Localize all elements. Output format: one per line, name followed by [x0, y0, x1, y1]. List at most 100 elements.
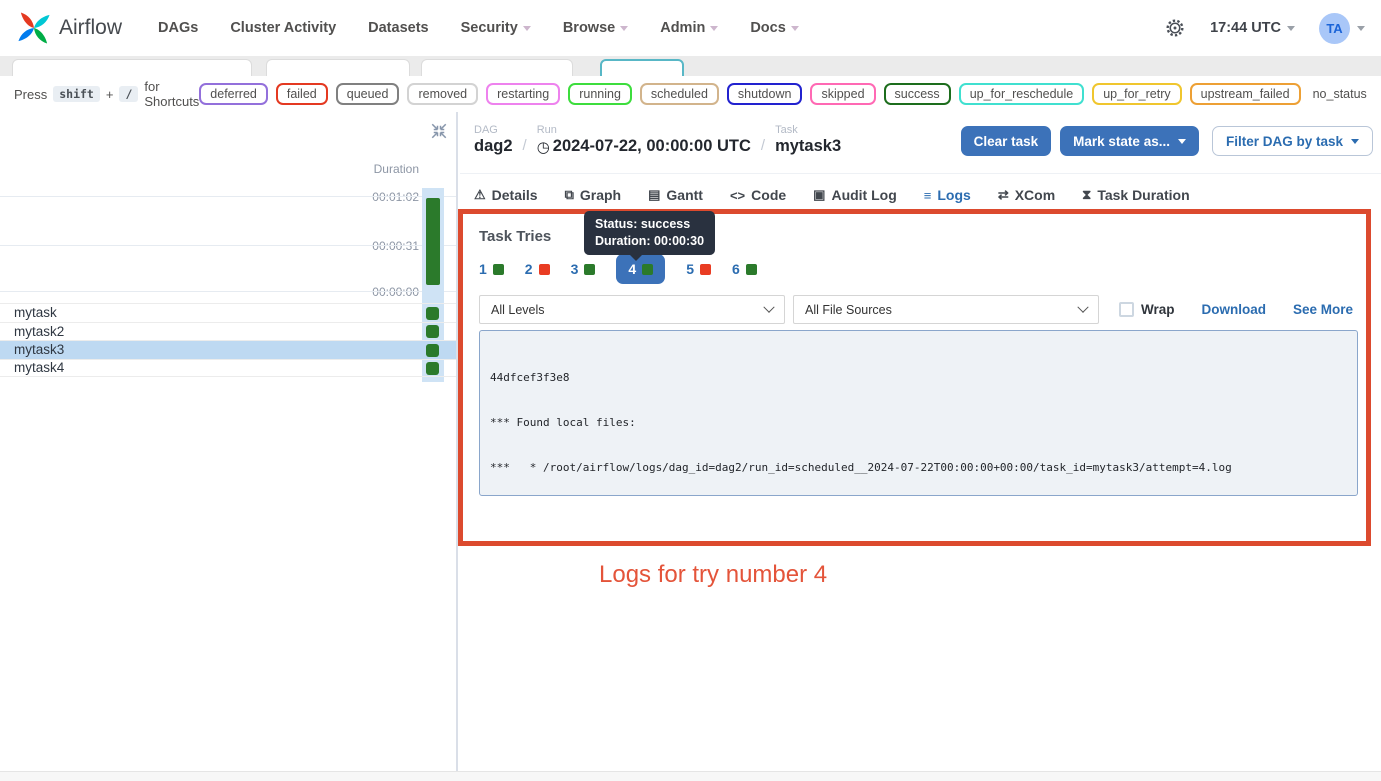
gridline [0, 196, 456, 197]
chevron-down-icon [620, 26, 628, 31]
state-badge-queued[interactable]: queued [336, 83, 400, 105]
wrap-toggle[interactable]: Wrap [1119, 302, 1175, 317]
task-name-value[interactable]: mytask3 [775, 137, 841, 156]
try-button-6[interactable]: 6 [732, 261, 757, 277]
log-line: 44dfcef3f3e8 [490, 370, 1347, 385]
see-more-link[interactable]: See More [1293, 302, 1353, 317]
task-row-mytask2[interactable]: mytask2 [0, 322, 456, 341]
task-duration-icon: ⧗ [1082, 187, 1091, 203]
dag-filter-bar [0, 56, 1381, 76]
tab-xcom[interactable]: ⇄XCom [998, 187, 1055, 203]
airflow-logo[interactable]: Airflow [16, 10, 122, 46]
log-output[interactable]: 44dfcef3f3e8 *** Found local files: *** … [479, 330, 1358, 496]
nav-security[interactable]: Security [461, 20, 531, 36]
state-badge-upstream-failed[interactable]: upstream_failed [1190, 83, 1301, 105]
filter-input-stub-active[interactable] [600, 59, 684, 76]
avatar[interactable]: TA [1319, 13, 1350, 44]
log-line: *** * /root/airflow/logs/dag_id=dag2/run… [490, 460, 1347, 475]
state-badge-success[interactable]: success [884, 83, 951, 105]
try-button-5[interactable]: 5 [686, 261, 711, 277]
tab-task-duration[interactable]: ⧗Task Duration [1082, 187, 1189, 203]
user-menu[interactable]: TA [1319, 13, 1365, 44]
task-name: mytask4 [14, 360, 64, 375]
task-label: Task [775, 124, 841, 136]
task-name: mytask [14, 305, 57, 320]
clear-task-button[interactable]: Clear task [961, 126, 1052, 156]
chevron-down-icon [791, 26, 799, 31]
state-badge-up-for-reschedule[interactable]: up_for_reschedule [959, 83, 1085, 105]
run-date[interactable]: 2024-07-22, 00:00:00 UTC [553, 137, 751, 156]
nav-admin[interactable]: Admin [660, 20, 718, 36]
try-button-2[interactable]: 2 [525, 261, 550, 277]
task-tries-buttons: 1 2 3 4 5 6 [479, 254, 757, 284]
tab-logs[interactable]: ≡Logs [924, 187, 971, 203]
log-line: *** Found local files: [490, 415, 1347, 430]
breadcrumb-task[interactable]: Task mytask3 [775, 124, 841, 156]
mark-state-as-button[interactable]: Mark state as... [1060, 126, 1199, 156]
chevron-down-icon [1357, 26, 1365, 31]
state-badge-removed[interactable]: removed [407, 83, 478, 105]
state-badge-up-for-retry[interactable]: up_for_retry [1092, 83, 1181, 105]
task-row-mytask3[interactable]: mytask3 [0, 340, 456, 359]
axis-tick: 00:01:02 [372, 190, 419, 204]
nav-cluster-activity[interactable]: Cluster Activity [230, 20, 336, 36]
filter-input-stub[interactable] [12, 59, 252, 76]
graph-icon: ⧉ [565, 187, 574, 203]
task-instance-square[interactable] [426, 307, 439, 320]
try-state-square [642, 264, 653, 275]
nav-docs[interactable]: Docs [750, 20, 798, 36]
state-badge-scheduled[interactable]: scheduled [640, 83, 719, 105]
wrap-checkbox[interactable] [1119, 302, 1134, 317]
nav-datasets[interactable]: Datasets [368, 20, 428, 36]
state-badge-running[interactable]: running [568, 83, 632, 105]
task-instance-square[interactable] [426, 362, 439, 375]
state-badge-skipped[interactable]: skipped [810, 83, 875, 105]
nav-browse[interactable]: Browse [563, 20, 628, 36]
try-button-1[interactable]: 1 [479, 261, 504, 277]
tab-details[interactable]: ⚠Details [474, 187, 538, 203]
breadcrumb-run[interactable]: Run ◷ 2024-07-22, 00:00:00 UTC [537, 124, 751, 156]
try-state-square [746, 264, 757, 275]
filter-input-stub[interactable] [421, 59, 573, 76]
duration-axis-label: Duration [374, 162, 419, 176]
shortcut-and-legend-row: Press shift + / for Shortcuts deferred f… [0, 76, 1381, 112]
shortcut-hint: Press shift + / for Shortcuts [14, 79, 199, 109]
breadcrumb-dag[interactable]: DAG dag2 [474, 124, 513, 156]
breadcrumb: DAG dag2 / Run ◷ 2024-07-22, 00:00:00 UT… [474, 124, 841, 156]
dag-name[interactable]: dag2 [474, 137, 513, 156]
chevron-down-icon [1287, 26, 1295, 31]
download-link[interactable]: Download [1201, 302, 1266, 317]
gridline [0, 245, 456, 246]
nav-dags[interactable]: DAGs [158, 20, 198, 36]
duration-bar[interactable] [426, 198, 440, 285]
log-level-select[interactable]: All Levels [479, 295, 785, 324]
gear-icon[interactable] [1164, 17, 1186, 39]
state-badge-shutdown[interactable]: shutdown [727, 83, 803, 105]
state-badge-failed[interactable]: failed [276, 83, 328, 105]
task-instance-square[interactable] [426, 325, 439, 338]
main-content: Duration 00:01:02 00:00:31 00:00:00 myta… [0, 112, 1381, 771]
tab-graph[interactable]: ⧉Graph [565, 187, 622, 203]
tab-code[interactable]: <>Code [730, 187, 786, 203]
state-badge-deferred[interactable]: deferred [199, 83, 268, 105]
main-nav: DAGs Cluster Activity Datasets Security … [158, 20, 799, 36]
clock-icon: ◷ [537, 138, 550, 156]
plus-text: + [106, 87, 114, 102]
collapse-panel-icon[interactable] [430, 122, 448, 140]
filter-dag-by-task-button[interactable]: Filter DAG by task [1212, 126, 1373, 156]
task-detail-panel: DAG dag2 / Run ◷ 2024-07-22, 00:00:00 UT… [460, 112, 1381, 771]
filter-input-stub[interactable] [266, 59, 410, 76]
task-row-mytask[interactable]: mytask [0, 303, 456, 322]
task-row-mytask4[interactable]: mytask4 [0, 359, 456, 378]
file-source-select[interactable]: All File Sources [793, 295, 1099, 324]
task-list: mytask mytask2 mytask3 mytask4 [0, 303, 456, 377]
try-button-3[interactable]: 3 [571, 261, 596, 277]
clock-timezone-selector[interactable]: 17:44 UTC [1210, 20, 1295, 36]
chevron-down-icon [1351, 139, 1359, 144]
task-instance-square[interactable] [426, 344, 439, 357]
tab-audit-log[interactable]: ▣Audit Log [813, 187, 897, 203]
action-buttons: Clear task Mark state as... Filter DAG b… [961, 126, 1373, 156]
state-badge-restarting[interactable]: restarting [486, 83, 560, 105]
audit-log-icon: ▣ [813, 187, 825, 203]
tab-gantt[interactable]: ▤Gantt [648, 187, 703, 203]
